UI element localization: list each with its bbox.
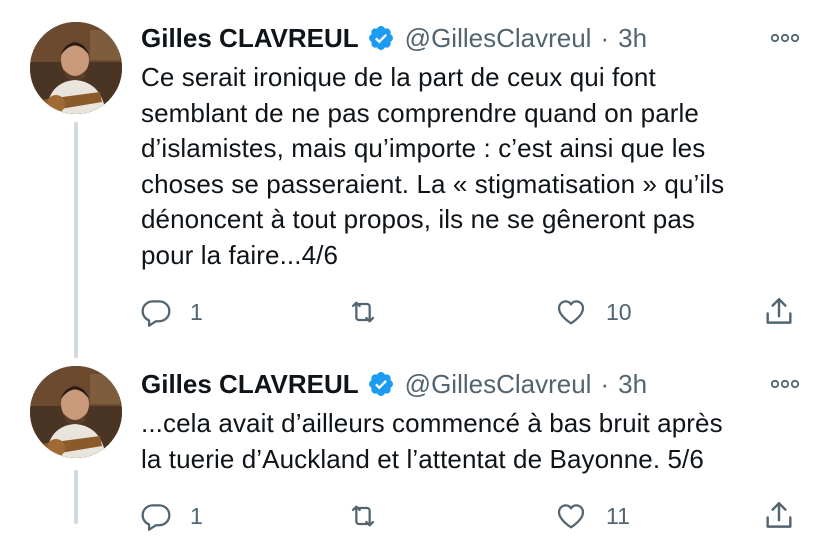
retweet-icon — [351, 505, 375, 527]
share-icon — [766, 298, 792, 324]
avatar[interactable] — [30, 22, 122, 114]
tweet-header: Gilles CLAVREUL @GillesClavreul · 3h — [141, 20, 647, 56]
verified-badge-icon — [367, 24, 395, 52]
tweet-actions: 1 11 — [140, 496, 800, 536]
more-horizontal-icon[interactable] — [770, 366, 800, 402]
avatar[interactable] — [30, 366, 122, 458]
share-button[interactable] — [762, 496, 796, 536]
verified-badge-icon — [367, 370, 395, 398]
separator: · — [600, 368, 610, 399]
tweet-actions: 1 10 — [140, 292, 800, 332]
retweet-button[interactable] — [345, 496, 399, 536]
thread-line — [74, 470, 78, 524]
tweet-text: Ce serait ironique de la part de ceux qu… — [141, 62, 725, 270]
like-count: 10 — [606, 298, 632, 325]
tweet-header: Gilles CLAVREUL @GillesClavreul · 3h — [141, 366, 647, 402]
avatar-photo — [30, 22, 122, 114]
like-icon — [557, 504, 585, 529]
like-count: 11 — [606, 502, 630, 529]
thread-line — [74, 122, 78, 358]
author-name[interactable]: Gilles CLAVREUL — [141, 23, 359, 54]
reply-count: 1 — [190, 298, 203, 325]
timestamp[interactable]: 3h — [618, 23, 647, 54]
share-icon — [766, 502, 792, 528]
author-name[interactable]: Gilles CLAVREUL — [141, 369, 359, 400]
reply-icon — [141, 504, 171, 531]
more-horizontal-icon[interactable] — [770, 20, 800, 56]
retweet-button[interactable] — [345, 292, 399, 332]
author-handle[interactable]: @GillesClavreul — [405, 23, 592, 54]
reply-count: 1 — [190, 502, 203, 529]
separator: · — [600, 22, 610, 53]
share-button[interactable] — [762, 292, 796, 332]
reply-button[interactable]: 1 — [140, 292, 203, 332]
reply-button[interactable]: 1 — [140, 496, 203, 536]
avatar-photo — [30, 366, 122, 458]
like-button[interactable]: 11 — [554, 496, 630, 536]
tweet-text: ...cela avait d’ailleurs commencé à bas … — [141, 408, 723, 474]
like-icon — [557, 300, 585, 325]
retweet-icon — [351, 301, 375, 323]
like-button[interactable]: 10 — [554, 292, 632, 332]
reply-icon — [141, 300, 171, 327]
author-handle[interactable]: @GillesClavreul — [405, 369, 592, 400]
timestamp[interactable]: 3h — [618, 369, 647, 400]
